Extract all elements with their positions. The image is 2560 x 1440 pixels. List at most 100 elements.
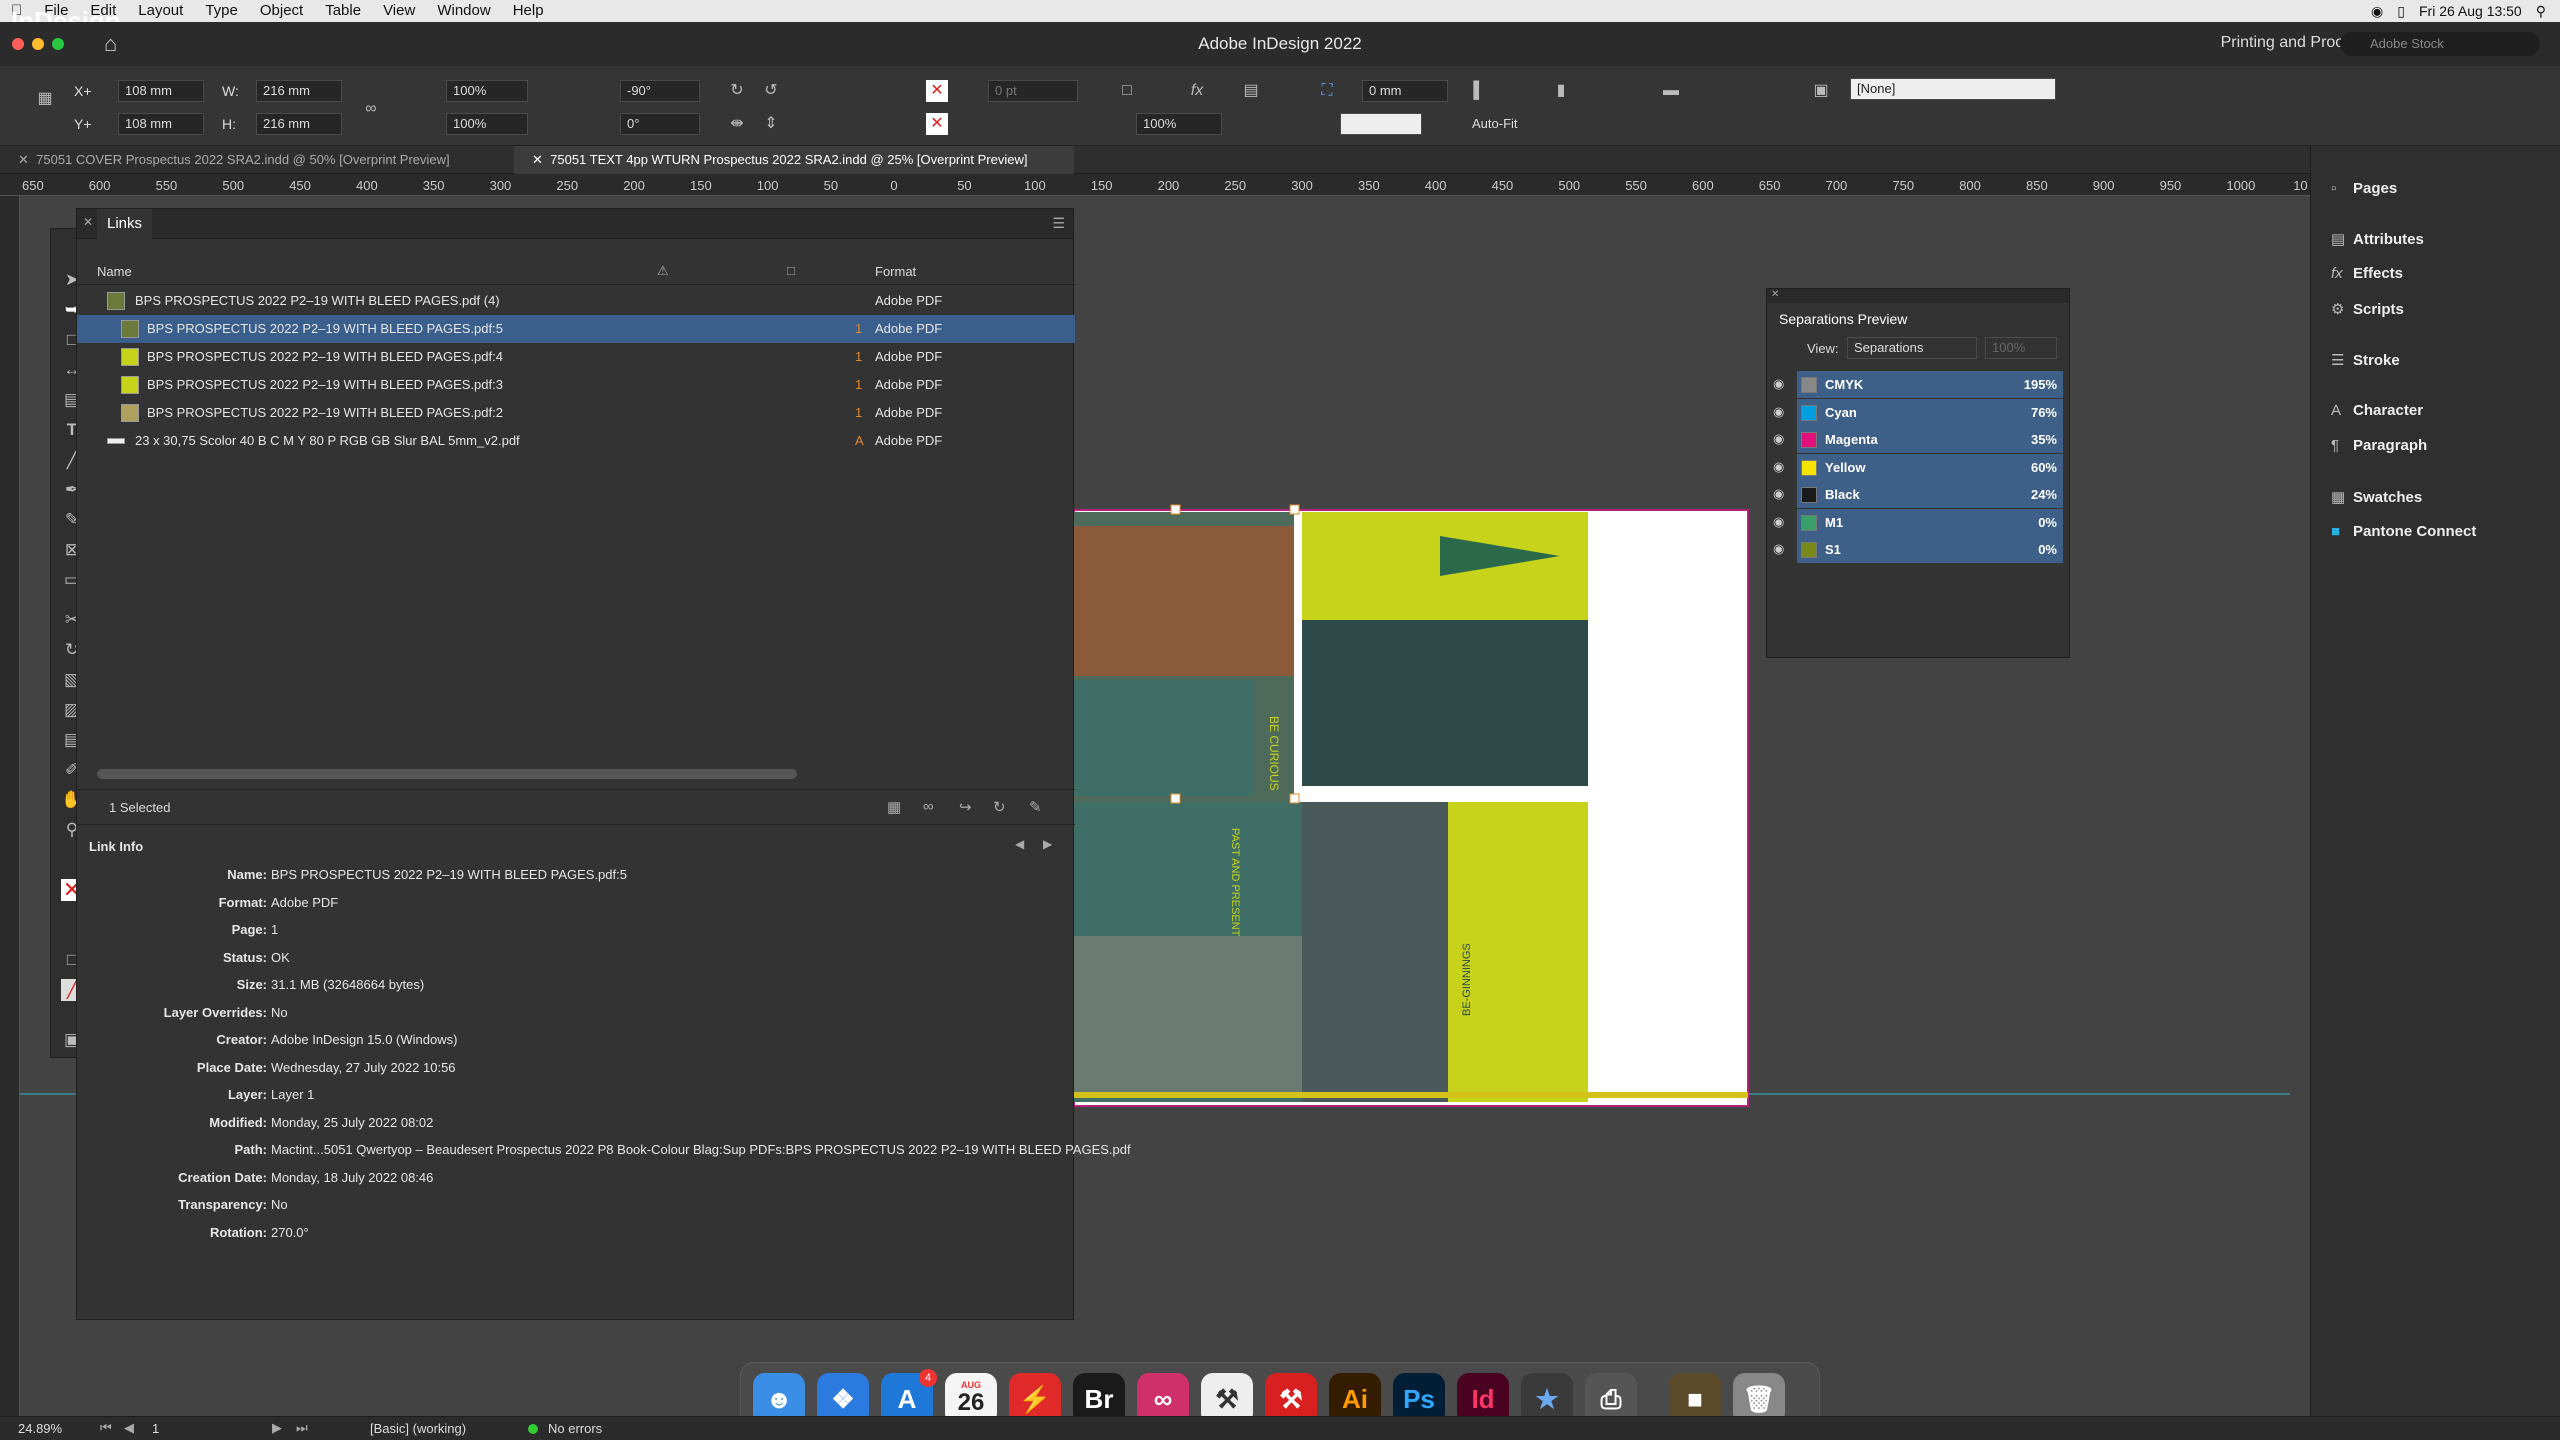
menu-window[interactable]: Window — [426, 0, 501, 22]
separation-row[interactable]: Cyan 76% — [1797, 398, 2063, 426]
separation-row[interactable]: S1 0% — [1797, 536, 2063, 563]
update-link-icon[interactable]: ↻ — [993, 798, 1006, 816]
menu-view[interactable]: View — [372, 0, 426, 22]
adobe-stock-search[interactable]: Adobe Stock — [2340, 32, 2540, 56]
tab-text-document[interactable]: ✕ 75051 TEXT 4pp WTURN Prospectus 2022 S… — [514, 146, 1074, 174]
separation-row[interactable]: M1 0% — [1797, 508, 2063, 536]
rotate-cw-icon[interactable]: ↻ — [726, 80, 748, 102]
visibility-eye-icon[interactable]: ◉ — [1773, 541, 1784, 557]
x-position-field[interactable]: 108 mm — [118, 80, 204, 102]
autofit-checkbox[interactable]: Auto-Fit — [1472, 116, 1518, 131]
flip-horizontal-icon[interactable]: ⇼ — [726, 113, 748, 135]
menu-object[interactable]: Object — [249, 0, 314, 22]
link-info-title[interactable]: Link Info — [89, 839, 143, 854]
shear-field[interactable]: 0° — [620, 113, 700, 135]
visibility-eye-icon[interactable]: ◉ — [1773, 404, 1784, 420]
format-column-header[interactable]: Format — [875, 264, 916, 279]
go-to-link-icon[interactable]: ↪ — [959, 798, 972, 816]
attributes-panel-button[interactable]: ▤ Attributes — [2331, 230, 2424, 248]
y-position-field[interactable]: 108 mm — [118, 113, 204, 135]
object-style-icon[interactable]: ▣ — [1810, 80, 1832, 102]
show-hide-link-info-icon[interactable]: ▦ — [887, 798, 901, 816]
close-panel-icon[interactable]: ✕ — [83, 215, 93, 229]
rotate-ccw-icon[interactable]: ↺ — [760, 80, 782, 102]
clock[interactable]: Fri 26 Aug 13:50 — [2419, 3, 2522, 19]
distribute-icon[interactable]: ▬ — [1660, 80, 1682, 102]
preflight-errors[interactable]: No errors — [548, 1421, 602, 1436]
pages-panel-button[interactable]: ▫ Pages — [2331, 180, 2397, 197]
separation-row[interactable]: Black 24% — [1797, 481, 2063, 508]
reference-point-icon[interactable]: ▦ — [34, 88, 56, 110]
character-panel-button[interactable]: A Character — [2331, 402, 2423, 419]
separation-row[interactable]: CMYK 195% — [1797, 371, 2063, 398]
links-panel-title[interactable]: Links — [97, 209, 153, 239]
page-column-icon[interactable]: □ — [787, 263, 795, 278]
close-panel-icon[interactable]: ✕ — [1771, 289, 1779, 300]
wifi-icon[interactable]: ◉ — [2371, 3, 2383, 20]
separation-row[interactable]: Magenta 35% — [1797, 426, 2063, 453]
name-column-header[interactable]: Name — [97, 264, 132, 279]
tab-cover-document[interactable]: ✕ 75051 COVER Prospectus 2022 SRA2.indd … — [0, 146, 514, 174]
scripts-panel-button[interactable]: ⚙ Scripts — [2331, 300, 2404, 318]
stroke-swatch[interactable]: ✕ — [926, 113, 948, 135]
menu-layout[interactable]: Layout — [127, 0, 194, 22]
fill-swatch[interactable]: ✕ — [926, 80, 948, 102]
vertical-ruler[interactable] — [0, 196, 20, 1416]
separations-title[interactable]: Separations Preview — [1779, 311, 1907, 327]
visibility-eye-icon[interactable]: ◉ — [1773, 376, 1784, 392]
link-row[interactable]: 23 x 30,75 Scolor 40 B C M Y 80 P RGB GB… — [77, 427, 1075, 455]
stroke-style-field[interactable] — [1340, 113, 1422, 135]
menu-help[interactable]: Help — [502, 0, 555, 22]
frame-icon[interactable]: □ — [1116, 80, 1138, 102]
edit-original-icon[interactable]: ✎ — [1029, 798, 1042, 816]
links-horizontal-scrollbar[interactable] — [97, 769, 797, 779]
menu-table[interactable]: Table — [314, 0, 372, 22]
scale-x-field[interactable]: 100% — [446, 80, 528, 102]
battery-icon[interactable]: ▯ — [2397, 3, 2405, 20]
effects-panel-button[interactable]: fx Effects — [2331, 265, 2403, 282]
view-dropdown[interactable]: Separations — [1847, 337, 1977, 359]
align-left-icon[interactable]: ▌ — [1468, 80, 1490, 102]
scale-y-field[interactable]: 100% — [446, 113, 528, 135]
visibility-eye-icon[interactable]: ◉ — [1773, 431, 1784, 447]
stroke-panel-button[interactable]: ☰ Stroke — [2331, 351, 2400, 369]
paragraph-panel-button[interactable]: ¶ Paragraph — [2331, 437, 2427, 454]
separation-row[interactable]: Yellow 60% — [1797, 453, 2063, 481]
link-row[interactable]: BPS PROSPECTUS 2022 P2–19 WITH BLEED PAG… — [77, 371, 1075, 399]
effects-fx-icon[interactable]: fx — [1186, 80, 1208, 102]
width-field[interactable]: 216 mm — [256, 80, 342, 102]
first-page-icon[interactable]: ⏮ — [100, 1420, 112, 1436]
zoom-level-field[interactable]: 24.89% — [18, 1421, 62, 1436]
visibility-eye-icon[interactable]: ◉ — [1773, 486, 1784, 502]
visibility-eye-icon[interactable]: ◉ — [1773, 514, 1784, 530]
text-wrap-icon[interactable]: ▤ — [1240, 80, 1262, 102]
previous-page-icon[interactable]: ◀ — [124, 1420, 134, 1436]
panel-menu-icon[interactable]: ☰ — [1052, 215, 1065, 232]
relink-icon[interactable]: ∞ — [923, 798, 934, 815]
stroke-weight-field[interactable]: 0 pt — [988, 80, 1078, 102]
swatches-panel-button[interactable]: ▦ Swatches — [2331, 488, 2422, 506]
align-center-icon[interactable]: ▮ — [1550, 80, 1572, 102]
status-column-icon[interactable]: ⚠ — [657, 263, 669, 279]
zoom-dropdown[interactable]: 100% — [1985, 337, 2057, 359]
link-row[interactable]: BPS PROSPECTUS 2022 P2–19 WITH BLEED PAG… — [77, 399, 1075, 427]
spotlight-icon[interactable]: ⚲ — [2536, 3, 2546, 20]
close-tab-icon[interactable]: ✕ — [532, 152, 550, 167]
page-number-field[interactable]: 1 — [152, 1421, 252, 1436]
close-tab-icon[interactable]: ✕ — [18, 152, 36, 167]
link-row-selected[interactable]: BPS PROSPECTUS 2022 P2–19 WITH BLEED PAG… — [77, 315, 1075, 343]
next-link-icon[interactable]: ▶ — [1043, 837, 1052, 851]
next-page-icon[interactable]: ▶ — [272, 1420, 282, 1436]
horizontal-ruler[interactable]: 650 600 550 500 450 400 350 300 250 200 150 100 50 0 5… — [0, 174, 2310, 196]
opacity-field[interactable]: 100% — [1136, 113, 1222, 135]
link-row[interactable]: BPS PROSPECTUS 2022 P2–19 WITH BLEED PAG… — [77, 287, 1075, 315]
preflight-profile[interactable]: [Basic] (working) — [370, 1421, 466, 1436]
constrain-proportions-icon[interactable]: ∞ — [360, 98, 382, 120]
link-row[interactable]: BPS PROSPECTUS 2022 P2–19 WITH BLEED PAG… — [77, 343, 1075, 371]
height-field[interactable]: 216 mm — [256, 113, 342, 135]
visibility-eye-icon[interactable]: ◉ — [1773, 459, 1784, 475]
menu-type[interactable]: Type — [194, 0, 249, 22]
pantone-connect-panel-button[interactable]: ■ Pantone Connect — [2331, 523, 2476, 540]
offset-field[interactable]: 0 mm — [1362, 80, 1448, 102]
last-page-icon[interactable]: ⏭ — [296, 1420, 308, 1436]
